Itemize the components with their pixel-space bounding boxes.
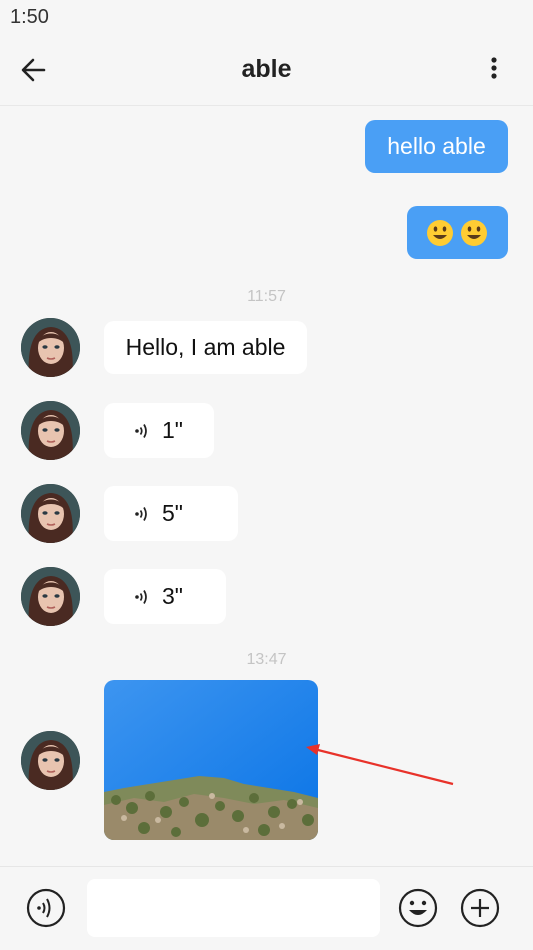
voice-message[interactable]: 5" [104, 486, 238, 541]
avatar[interactable] [21, 567, 80, 626]
incoming-message[interactable]: Hello, I am able [104, 321, 307, 374]
annotation-arrow [306, 744, 454, 786]
avatar[interactable] [21, 484, 80, 543]
voice-duration: 3" [162, 583, 183, 609]
smiley-emoji-icon [426, 219, 487, 246]
voice-duration: 1" [162, 417, 183, 443]
voice-message[interactable]: 1" [104, 403, 214, 458]
avatar[interactable] [21, 318, 80, 377]
avatar[interactable] [21, 731, 80, 790]
status-time: 1:50 [10, 6, 49, 28]
chat-title: able [241, 55, 292, 83]
plus-circle-icon[interactable] [460, 888, 500, 928]
image-message[interactable] [104, 680, 318, 840]
timestamp: 13:47 [246, 651, 287, 668]
voice-wave-icon [135, 506, 147, 521]
avatar[interactable] [21, 401, 80, 460]
voice-wave-icon [135, 423, 147, 438]
status-bar: 1:50 [0, 0, 533, 34]
message-input[interactable] [87, 879, 380, 937]
voice-message[interactable]: 3" [104, 569, 226, 624]
outgoing-message[interactable]: hello able [365, 120, 508, 173]
voice-duration: 5" [162, 500, 183, 526]
input-bar [0, 866, 533, 950]
voice-wave-icon [135, 589, 147, 604]
more-vertical-icon[interactable] [480, 54, 508, 86]
chat-header: able [0, 34, 533, 106]
smiley-icon[interactable] [398, 888, 438, 928]
message-text: Hello, I am able [125, 334, 286, 360]
voice-input-icon[interactable] [26, 888, 66, 928]
message-text: hello able [387, 133, 486, 159]
timestamp: 11:57 [247, 288, 286, 305]
outgoing-emoji-message[interactable] [407, 206, 508, 259]
